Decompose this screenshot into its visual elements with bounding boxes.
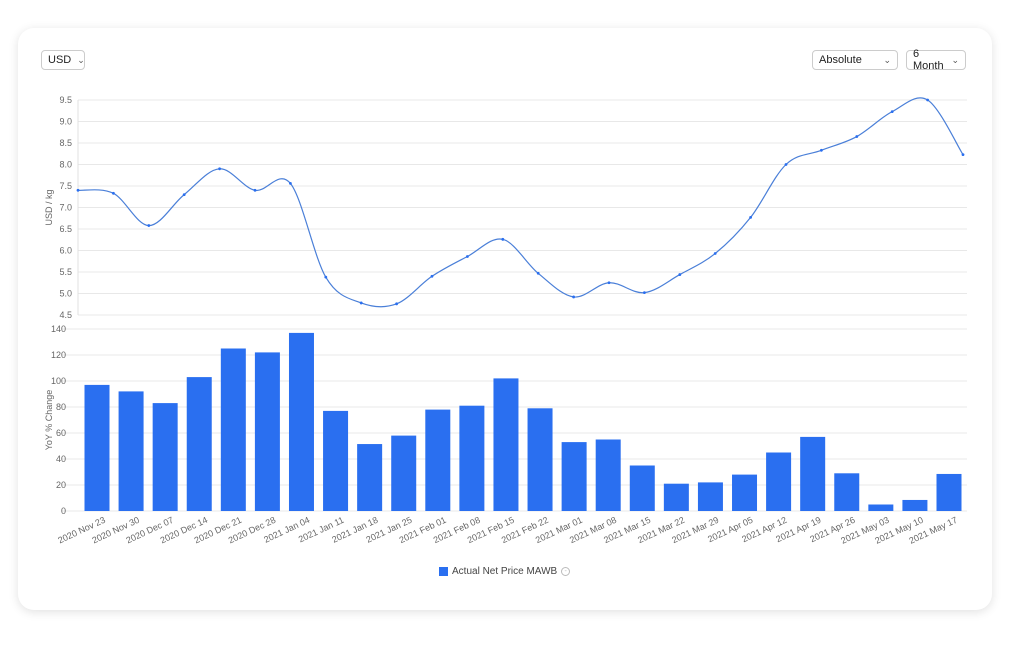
line-point [112,191,115,195]
bar [220,348,246,511]
bar [152,403,178,511]
bar [766,452,792,511]
line-point [572,295,575,299]
line-point [359,301,363,305]
bar [561,442,587,511]
bar [936,473,962,511]
bar [186,377,212,511]
y-tick-label: 6.0 [59,246,72,256]
y-tick-label: 20 [56,480,66,490]
line-point [430,274,434,278]
legend[interactable]: Actual Net Price MAWB - [439,566,571,577]
minus-circle-icon[interactable]: - [561,567,571,576]
line-point [678,273,682,276]
legend-swatch [439,567,448,576]
y-axis-label: USD / kg [44,189,54,225]
line-point [749,215,752,219]
line-point [218,167,222,171]
line-point [607,281,611,285]
line-point [536,271,540,275]
y-tick-label: 8.5 [59,138,72,148]
bar [391,435,417,511]
line-point [643,291,646,295]
y-tick-label: 9.0 [59,117,72,127]
y-tick-label: 5.0 [59,289,72,299]
line-point [289,182,292,185]
y-tick-label: 120 [51,350,66,360]
y-tick-label: 7.5 [59,181,72,191]
y-tick-label: 80 [56,402,66,412]
bar [732,474,758,511]
bar [595,439,621,511]
line-point [855,135,859,138]
bar [834,473,860,511]
line-point [501,237,505,241]
bar [288,332,314,511]
bar [697,482,723,511]
y-tick-label: 6.5 [59,224,72,234]
legend-label: Actual Net Price MAWB [452,566,558,577]
y-tick-label: 100 [51,376,66,386]
y-tick-label: 60 [56,428,66,438]
line-point [76,188,80,192]
bar [357,444,383,511]
bar [663,483,689,511]
line-point [820,148,823,152]
y-tick-label: 5.5 [59,267,72,277]
bar [118,391,144,511]
y-tick-label: 8.0 [59,160,72,170]
line-point [466,255,469,258]
line-point [784,163,788,166]
bar [254,352,280,511]
chart-svg: 9.5 9.0 8.5 8.0 7.5 7.0 6.5 6.0 5.5 5.0 4.5 USD / k… [44,95,967,546]
bar [84,384,110,511]
line-point [147,224,151,227]
line-point [395,302,398,306]
line-point [713,252,717,255]
bar [868,504,894,511]
bar [459,405,485,511]
bar [323,410,349,511]
line-point [324,275,328,279]
series-line [77,97,964,308]
y-tick-label: 9.5 [59,95,72,105]
y-tick-label: 7.0 [59,203,72,213]
y-tick-label: 140 [51,324,66,334]
y-tick-label: 40 [56,454,66,464]
y-tick-label: 4.5 [59,310,72,320]
bar [493,378,519,511]
bar [425,409,451,511]
bar [902,499,928,511]
line-point [926,98,929,102]
line-point [890,110,894,114]
bar [527,408,553,511]
y-tick-label: 0 [61,506,66,516]
line-point [253,188,257,192]
line-point [182,193,186,197]
bar [800,436,826,511]
y-axis-label: YoY % Change [44,390,54,451]
line-point [961,153,965,157]
bar [629,465,655,511]
